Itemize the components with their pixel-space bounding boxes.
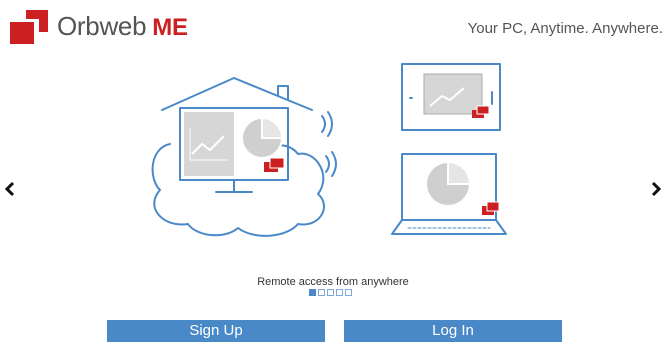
carousel-dot[interactable]: [336, 289, 343, 296]
tagline: Your PC, Anytime. Anywhere.: [467, 20, 663, 37]
chevron-left-icon[interactable]: [3, 181, 17, 197]
header: Orbweb ME Your PC, Anytime. Anywhere.: [0, 0, 666, 50]
carousel-dot[interactable]: [345, 289, 352, 296]
brand-suffix: ME: [152, 14, 188, 41]
orbweb-logo-icon: [10, 10, 48, 44]
carousel-dot[interactable]: [327, 289, 334, 296]
logo-wordmark: Orbweb ME: [57, 11, 188, 43]
logo: Orbweb ME: [10, 10, 188, 44]
carousel-dot[interactable]: [309, 289, 316, 296]
sign-up-button[interactable]: Sign Up: [107, 320, 325, 342]
brand-name: Orbweb: [57, 11, 147, 41]
carousel-dots: [309, 289, 352, 296]
carousel-dot[interactable]: [318, 289, 325, 296]
carousel-caption: Remote access from anywhere: [257, 276, 409, 288]
chevron-right-icon[interactable]: [649, 181, 663, 197]
log-in-button[interactable]: Log In: [344, 320, 562, 342]
remote-access-illustration: [151, 63, 507, 237]
